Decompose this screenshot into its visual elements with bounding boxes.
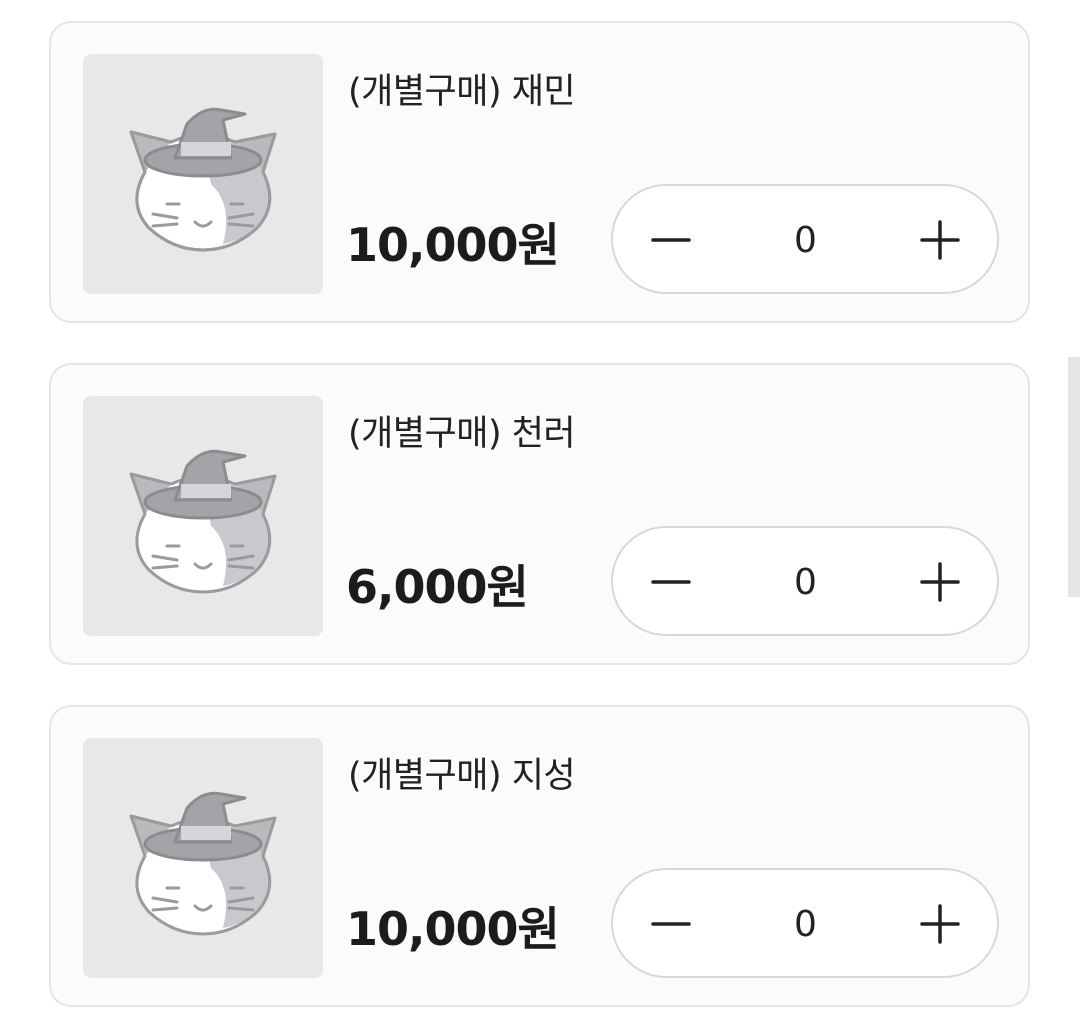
quantity-stepper: 0: [611, 868, 999, 978]
minus-icon: [651, 922, 691, 926]
product-card: (개별구매) 재민 10,000원 0: [49, 21, 1030, 323]
quantity-stepper: 0: [611, 184, 999, 294]
cat-witch-hat-icon: [129, 791, 277, 936]
product-title: (개별구매) 재민: [348, 72, 576, 112]
cat-witch-hat-icon: [129, 107, 277, 252]
plus-icon: [920, 562, 960, 602]
increase-quantity-button[interactable]: [910, 894, 970, 954]
product-image-placeholder: [83, 738, 323, 978]
decrease-quantity-button[interactable]: [641, 552, 701, 612]
product-list: (개별구매) 재민 10,000원 0 (개별구매) 천러 6,000원 0 (…: [0, 0, 1080, 1033]
plus-icon: [920, 904, 960, 944]
quantity-value[interactable]: 0: [743, 216, 868, 266]
plus-icon: [920, 220, 960, 260]
product-card: (개별구매) 지성 10,000원 0: [49, 705, 1030, 1007]
product-price: 10,000원: [346, 902, 560, 956]
increase-quantity-button[interactable]: [910, 552, 970, 612]
product-title: (개별구매) 지성: [348, 756, 576, 796]
product-image-placeholder: [83, 396, 323, 636]
decrease-quantity-button[interactable]: [641, 894, 701, 954]
quantity-value[interactable]: 0: [743, 558, 868, 608]
product-price: 10,000원: [346, 218, 560, 272]
decrease-quantity-button[interactable]: [641, 210, 701, 270]
cat-witch-hat-icon: [129, 449, 277, 594]
product-card: (개별구매) 천러 6,000원 0: [49, 363, 1030, 665]
product-price: 6,000원: [346, 560, 529, 614]
product-title: (개별구매) 천러: [348, 414, 576, 454]
minus-icon: [651, 580, 691, 584]
minus-icon: [651, 238, 691, 242]
quantity-stepper: 0: [611, 526, 999, 636]
product-image-placeholder: [83, 54, 323, 294]
scrollbar[interactable]: [1068, 357, 1080, 597]
quantity-value[interactable]: 0: [743, 900, 868, 950]
increase-quantity-button[interactable]: [910, 210, 970, 270]
